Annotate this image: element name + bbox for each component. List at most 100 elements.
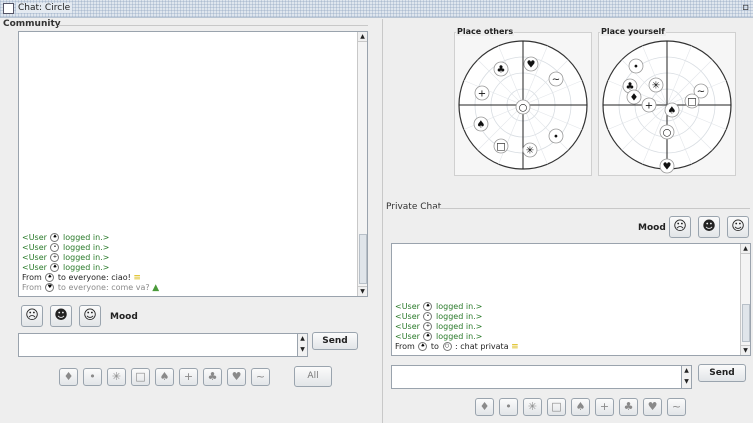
svg-text:♥: ♥ (527, 60, 536, 71)
community-mood-label: Mood (110, 312, 138, 322)
user-marker[interactable]: ○ (515, 99, 531, 115)
scroll-thumb[interactable] (359, 234, 367, 284)
private-symbol-club-button[interactable]: ♣ (619, 398, 638, 416)
private-symbol-diamond-button[interactable]: ♦ (475, 398, 494, 416)
user-marker[interactable]: ✳ (522, 142, 538, 158)
community-symbol-heart-button[interactable]: ♥ (227, 368, 246, 386)
user-marker[interactable]: + (474, 85, 490, 101)
private-message-input[interactable] (391, 365, 682, 389)
message-text: logged in.> (60, 233, 110, 242)
community-scrollbar[interactable]: ▲ ▼ (357, 32, 367, 296)
private-symbol-asterisk-button[interactable]: ✳ (523, 398, 542, 416)
dot-icon: • (505, 400, 512, 413)
self-marker[interactable]: ♠ (664, 102, 680, 118)
user-marker[interactable]: • (548, 128, 564, 144)
user-symbol-icon: ♠ (50, 233, 60, 242)
square-icon: □ (135, 370, 146, 383)
svg-text:□: □ (496, 142, 505, 153)
message-text: <User (22, 253, 50, 262)
scroll-down-arrow-icon[interactable]: ▼ (741, 345, 750, 355)
place-others-panel[interactable]: ♣ ♥ ~ + ○ ♠ • □ ✳ (454, 32, 592, 176)
plus-icon: + (599, 400, 610, 413)
message-text: logged in.> (60, 253, 110, 262)
private-chat-log[interactable]: <User ♠ logged in.> <User • logged in.> <U… (391, 243, 751, 356)
mood-confused-button[interactable]: ☹ (21, 305, 43, 327)
user-symbol-icon: ♠ (423, 302, 433, 311)
message-text: to (428, 342, 442, 351)
self-marker[interactable]: + (641, 97, 657, 113)
asterisk-icon: ✳ (111, 370, 122, 383)
place-yourself-circle[interactable]: •✳♣♦+ ♠~□○♥ (599, 33, 735, 175)
user-marker[interactable]: ♠ (473, 116, 489, 132)
place-others-circle[interactable]: ♣ ♥ ~ + ○ ♠ • □ ✳ (455, 33, 591, 175)
scroll-up-arrow-icon[interactable]: ▲ (358, 32, 367, 42)
message-text: logged in.> (433, 322, 483, 331)
restore-icon[interactable]: ▫ (742, 2, 749, 13)
message-text: <User (395, 332, 423, 341)
thinking-face-icon: ☺ (83, 308, 97, 323)
community-symbol-diamond-button[interactable]: ♦ (59, 368, 78, 386)
community-send-button[interactable]: Send (312, 332, 358, 350)
scroll-thumb[interactable] (742, 304, 750, 342)
community-message-input[interactable] (18, 333, 298, 357)
scroll-down-arrow-icon[interactable]: ▼ (358, 286, 367, 296)
window-titlebar[interactable]: Chat: Circle ▫ (0, 0, 753, 18)
community-symbol-spade-button[interactable]: ♠ (155, 368, 174, 386)
self-marker[interactable]: ○ (659, 124, 675, 140)
message-line: <User + logged in.> (395, 322, 519, 332)
svg-text:•: • (633, 62, 639, 73)
private-input-spinner[interactable]: ▲ ▼ (681, 365, 692, 389)
message-text: <User (22, 243, 50, 252)
spinner-down-icon[interactable]: ▼ (298, 345, 307, 356)
self-marker[interactable]: ✳ (648, 77, 664, 93)
community-symbol-club-button[interactable]: ♣ (203, 368, 222, 386)
spinner-up-icon[interactable]: ▲ (298, 334, 307, 345)
community-symbol-asterisk-button[interactable]: ✳ (107, 368, 126, 386)
all-recipients-button[interactable]: All (294, 366, 332, 387)
user-marker[interactable]: ♥ (523, 56, 539, 72)
message-line: <User ♠ logged in.> (395, 332, 519, 342)
svg-text:♦: ♦ (630, 93, 639, 104)
spinner-up-icon[interactable]: ▲ (682, 366, 691, 377)
private-symbol-plus-button[interactable]: + (595, 398, 614, 416)
user-marker[interactable]: □ (493, 138, 509, 154)
club-icon: ♣ (623, 400, 634, 413)
heart-icon: ♥ (231, 370, 242, 383)
community-input-spinner[interactable]: ▲ ▼ (297, 333, 308, 357)
self-marker[interactable]: ♦ (626, 89, 642, 105)
svg-text:○: ○ (663, 128, 672, 139)
message-text: logged in.> (433, 302, 483, 311)
user-marker[interactable]: ♣ (493, 61, 509, 77)
private-symbol-dot-button[interactable]: • (499, 398, 518, 416)
community-label: Community (3, 19, 61, 29)
message-text: <User (395, 302, 423, 311)
dot-icon: • (89, 370, 96, 383)
mood-thinking-button[interactable]: ☺ (79, 305, 101, 327)
scroll-up-arrow-icon[interactable]: ▲ (741, 244, 750, 254)
private-mood-neutral-button[interactable]: ☻ (698, 216, 720, 238)
private-mood-confused-button[interactable]: ☹ (669, 216, 691, 238)
spinner-down-icon[interactable]: ▼ (682, 377, 691, 388)
private-send-button[interactable]: Send (698, 364, 746, 382)
message-text: <User (395, 312, 423, 321)
user-marker[interactable]: ~ (548, 71, 564, 87)
private-symbol-spade-button[interactable]: ♠ (571, 398, 590, 416)
place-yourself-panel[interactable]: • ✳ ♣ ♦ + ♠ ~ □ ○ ♥ (598, 32, 736, 176)
pane-divider (382, 19, 383, 423)
community-chat-log[interactable]: <User ♠ logged in.> <User • logged in.> <U… (18, 31, 368, 297)
private-mood-thinking-button[interactable]: ☺ (727, 216, 749, 238)
private-symbol-square-button[interactable]: □ (547, 398, 566, 416)
private-symbol-heart-button[interactable]: ♥ (643, 398, 662, 416)
community-symbol-tilde-button[interactable]: ~ (251, 368, 270, 386)
window-menu-icon[interactable] (3, 3, 14, 14)
private-scrollbar[interactable]: ▲ ▼ (740, 244, 750, 355)
self-marker[interactable]: ♥ (659, 158, 675, 174)
private-symbol-tilde-button[interactable]: ~ (667, 398, 686, 416)
community-symbol-dot-button[interactable]: • (83, 368, 102, 386)
message-text: From (22, 283, 45, 292)
community-symbol-square-button[interactable]: □ (131, 368, 150, 386)
mood-neutral-button[interactable]: ☻ (50, 305, 72, 327)
self-marker[interactable]: • (628, 58, 644, 74)
community-symbol-plus-button[interactable]: + (179, 368, 198, 386)
self-marker[interactable]: □ (684, 93, 700, 109)
